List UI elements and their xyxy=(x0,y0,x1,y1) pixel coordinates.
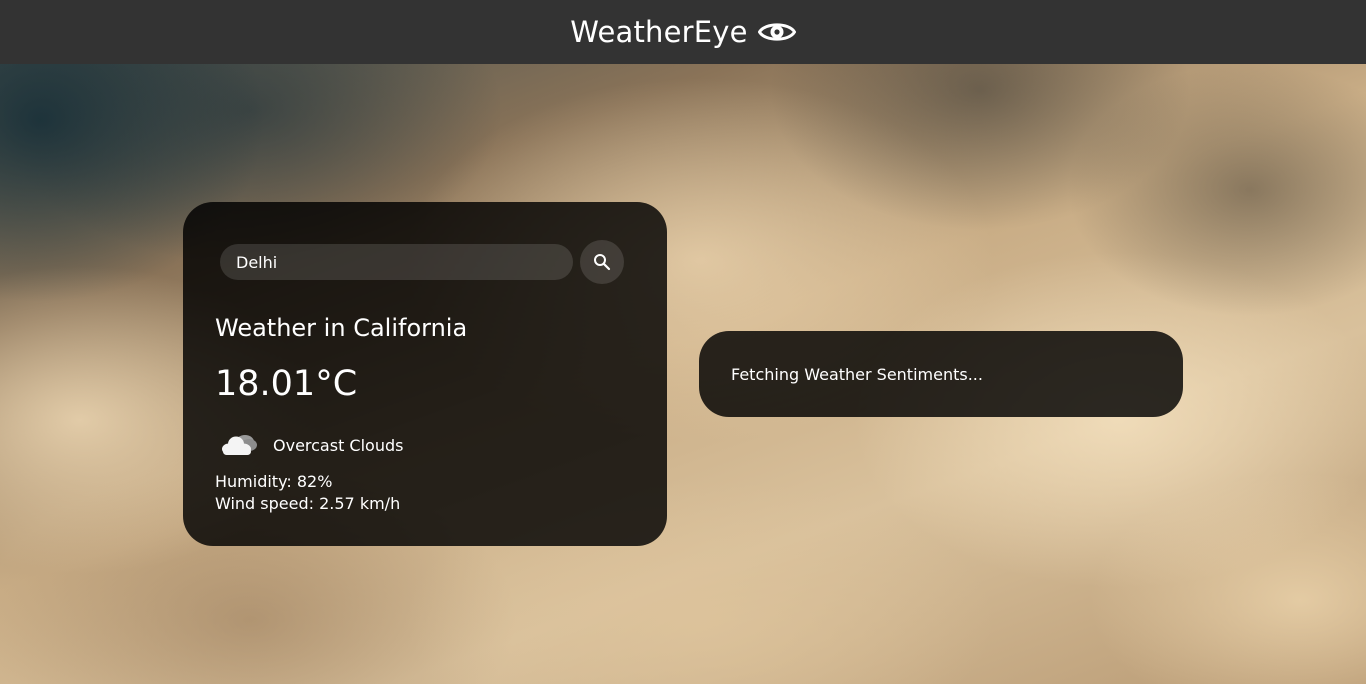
cloud-icon xyxy=(222,435,257,455)
app-title: WeatherEye xyxy=(570,15,748,49)
wind-speed-text: Wind speed: 2.57 km/h xyxy=(215,494,401,513)
humidity-text: Humidity: 82% xyxy=(215,472,333,491)
search-icon xyxy=(594,254,611,271)
temperature: 18.01°C xyxy=(215,364,358,404)
condition-row: Overcast Clouds xyxy=(219,430,403,460)
weather-card: Weather in California 18.01°C Overcast C… xyxy=(183,202,667,546)
brand: WeatherEye xyxy=(570,15,796,49)
eye-icon xyxy=(757,23,796,41)
sentiment-card: Fetching Weather Sentiments... xyxy=(699,331,1183,417)
city-heading: Weather in California xyxy=(215,314,468,342)
condition-text: Overcast Clouds xyxy=(273,435,404,455)
app-header: WeatherEye xyxy=(0,0,1366,64)
sentiment-status: Fetching Weather Sentiments... xyxy=(731,364,983,384)
search-input[interactable] xyxy=(220,244,573,280)
search-button[interactable] xyxy=(580,240,624,284)
